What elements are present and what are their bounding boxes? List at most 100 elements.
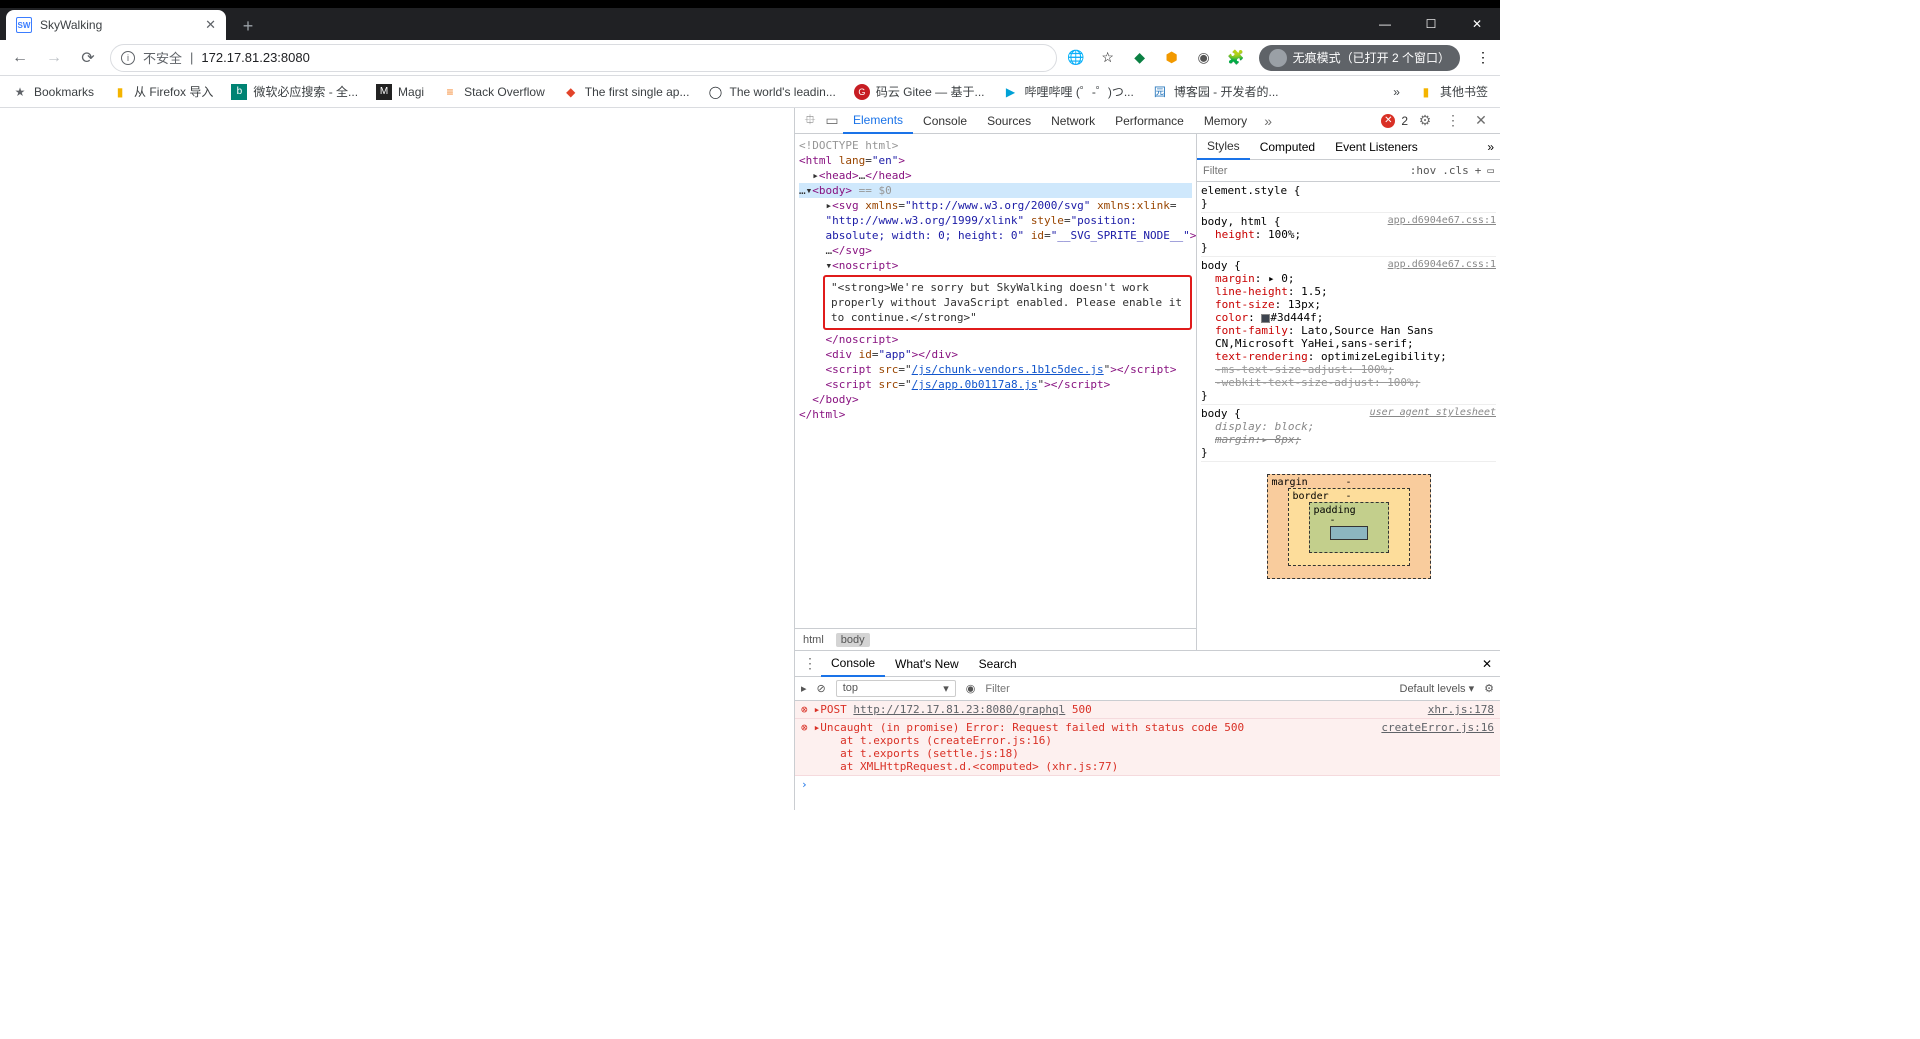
minimize-button[interactable]: —: [1362, 8, 1408, 40]
console-prompt[interactable]: ›: [795, 776, 1500, 793]
tab-performance[interactable]: Performance: [1105, 108, 1194, 134]
tab-memory[interactable]: Memory: [1194, 108, 1257, 134]
bookmark-item[interactable]: ◯The world's leadin...: [707, 84, 835, 100]
breadcrumb-html[interactable]: html: [803, 634, 824, 646]
tab-sources[interactable]: Sources: [977, 108, 1041, 134]
insecure-label: 不安全: [143, 48, 182, 67]
tab-network[interactable]: Network: [1041, 108, 1105, 134]
bing-icon: b: [231, 84, 247, 100]
gitlab-icon: ◆: [563, 84, 579, 100]
tab-elements[interactable]: Elements: [843, 108, 913, 134]
incognito-text: 无痕模式（已打开 2 个窗口）: [1293, 49, 1450, 66]
extensions-icon[interactable]: 🧩: [1227, 49, 1245, 67]
settings-icon[interactable]: ⚙: [1414, 112, 1436, 129]
menu-icon[interactable]: ⋮: [1474, 49, 1492, 67]
error-count: 2: [1401, 114, 1408, 128]
css-rules[interactable]: element.style { } body, html {app.d6904e…: [1197, 182, 1500, 650]
console-filter-input[interactable]: [985, 683, 1389, 695]
console-side-icon[interactable]: ▸: [801, 682, 807, 695]
styles-panel: Styles Computed Event Listeners » :hov .…: [1196, 134, 1500, 650]
bookmarks-overflow-icon[interactable]: »: [1393, 85, 1400, 99]
tab-title: SkyWalking: [40, 18, 102, 32]
star-icon: ★: [12, 84, 28, 100]
noscript-highlight: "<strong>We're sorry but SkyWalking does…: [823, 275, 1192, 330]
close-devtools-icon[interactable]: ✕: [1470, 112, 1492, 129]
close-window-button[interactable]: ✕: [1454, 8, 1500, 40]
hov-toggle[interactable]: :hov: [1410, 164, 1437, 177]
star-icon[interactable]: ☆: [1099, 49, 1117, 67]
close-icon[interactable]: ✕: [205, 17, 216, 33]
browser-tab[interactable]: SW SkyWalking ✕: [6, 10, 226, 40]
more-tabs-icon[interactable]: »: [1257, 113, 1279, 129]
breadcrumb-body[interactable]: body: [836, 633, 870, 647]
whatsnew-tab[interactable]: What's New: [885, 651, 969, 677]
forward-button[interactable]: →: [42, 46, 66, 70]
reload-button[interactable]: ⟳: [76, 46, 100, 70]
computed-tab[interactable]: Computed: [1250, 134, 1325, 160]
ext-icon-3[interactable]: ◉: [1195, 49, 1213, 67]
log-source[interactable]: createError.js:16: [1381, 721, 1494, 773]
bookmarks-bar: ★Bookmarks ▮从 Firefox 导入 b微软必应搜索 - 全... …: [0, 76, 1500, 108]
folder-icon: ▮: [1418, 84, 1434, 100]
listeners-tab[interactable]: Event Listeners: [1325, 134, 1428, 160]
kebab-icon[interactable]: ⋮: [1442, 112, 1464, 129]
elements-panel: <!DOCTYPE html> <html lang="en"> ▸<head>…: [795, 134, 1196, 650]
error-icon: ⊗: [801, 721, 814, 773]
incognito-icon: [1269, 49, 1287, 67]
console-tab[interactable]: Console: [821, 651, 885, 677]
error-badge-icon[interactable]: ✕: [1381, 114, 1395, 128]
bookmark-item[interactable]: MMagi: [376, 84, 424, 100]
so-icon: ≡: [442, 84, 458, 100]
bookmark-item[interactable]: ▮从 Firefox 导入: [112, 83, 213, 100]
add-rule-button[interactable]: +: [1475, 164, 1482, 177]
browser-toolbar: ← → ⟳ i 不安全 | 172.17.81.23:8080 🌐 ☆ ◆ ⬢ …: [0, 40, 1500, 76]
bookmark-item[interactable]: ◆The first single ap...: [563, 84, 690, 100]
bookmark-item[interactable]: ≡Stack Overflow: [442, 84, 545, 100]
folder-icon: ▮: [112, 84, 128, 100]
pin-icon[interactable]: ▭: [1487, 164, 1494, 177]
cls-toggle[interactable]: .cls: [1442, 164, 1469, 177]
ext-icon-1[interactable]: ◆: [1131, 49, 1149, 67]
new-tab-button[interactable]: +: [234, 12, 262, 40]
other-bookmarks[interactable]: ▮其他书签: [1418, 83, 1488, 100]
dom-breadcrumb[interactable]: html body: [795, 628, 1196, 650]
more-icon[interactable]: »: [1481, 140, 1500, 154]
devtools-tabs: ⯐ ▭ Elements Console Sources Network Per…: [795, 108, 1500, 134]
inspect-icon[interactable]: ⯐: [799, 109, 821, 133]
info-icon[interactable]: i: [121, 51, 135, 65]
console-menu-icon[interactable]: ⋮: [799, 655, 821, 672]
device-icon[interactable]: ▭: [821, 112, 843, 129]
styles-filter-input[interactable]: [1197, 165, 1404, 177]
search-tab[interactable]: Search: [969, 651, 1027, 677]
os-titlebar: [0, 0, 1500, 8]
levels-select[interactable]: Default levels ▾: [1400, 682, 1475, 695]
styles-tab[interactable]: Styles: [1197, 134, 1250, 160]
tab-console[interactable]: Console: [913, 108, 977, 134]
log-source[interactable]: xhr.js:178: [1428, 703, 1494, 716]
console-drawer: ⋮ Console What's New Search ✕ ▸ ⊘ top▾ ◉…: [795, 650, 1500, 810]
context-select[interactable]: top▾: [836, 680, 956, 697]
ext-icon-2[interactable]: ⬢: [1163, 49, 1181, 67]
devtools-panel: ⯐ ▭ Elements Console Sources Network Per…: [794, 108, 1500, 810]
clear-console-icon[interactable]: ⊘: [817, 682, 826, 695]
console-output[interactable]: ⊗ ▸POST http://172.17.81.23:8080/graphql…: [795, 701, 1500, 810]
tab-strip: SW SkyWalking ✕ + — ☐ ✕: [0, 8, 1500, 40]
address-bar[interactable]: i 不安全 | 172.17.81.23:8080: [110, 44, 1057, 72]
bookmark-item[interactable]: ▶哔哩哔哩 (゜-゜)つ...: [1003, 83, 1134, 100]
console-settings-icon[interactable]: ⚙: [1484, 682, 1494, 695]
translate-icon[interactable]: 🌐: [1067, 49, 1085, 67]
url-text: 172.17.81.23:8080: [201, 50, 309, 65]
close-drawer-icon[interactable]: ✕: [1474, 657, 1500, 671]
bookmark-item[interactable]: 园博客园 - 开发者的...: [1152, 83, 1279, 100]
incognito-badge[interactable]: 无痕模式（已打开 2 个窗口）: [1259, 45, 1460, 71]
bookmark-item[interactable]: b微软必应搜索 - 全...: [231, 83, 358, 100]
magi-icon: M: [376, 84, 392, 100]
gitee-icon: G: [854, 84, 870, 100]
bili-icon: ▶: [1003, 84, 1019, 100]
maximize-button[interactable]: ☐: [1408, 8, 1454, 40]
dom-tree[interactable]: <!DOCTYPE html> <html lang="en"> ▸<head>…: [795, 134, 1196, 628]
bookmark-item[interactable]: ★Bookmarks: [12, 84, 94, 100]
bookmark-item[interactable]: G码云 Gitee — 基于...: [854, 83, 985, 100]
eye-icon[interactable]: ◉: [966, 682, 976, 695]
back-button[interactable]: ←: [8, 46, 32, 70]
